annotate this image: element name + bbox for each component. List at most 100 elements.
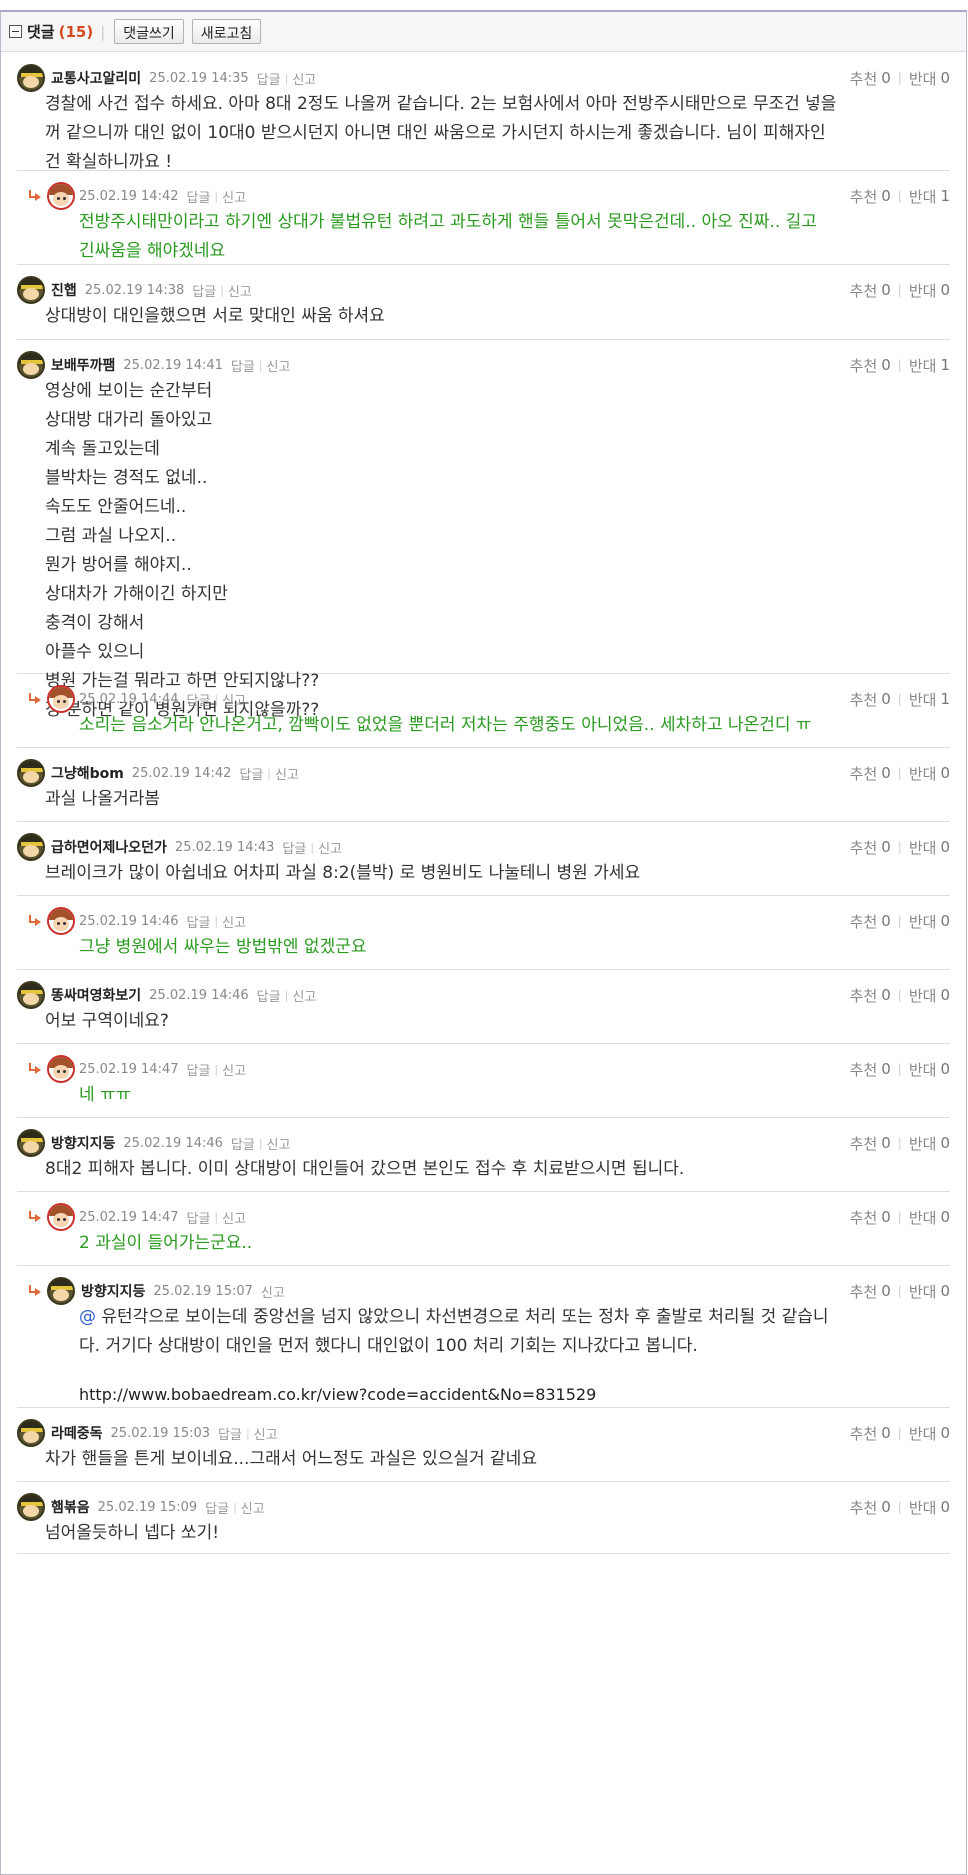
author-name[interactable]: 보배뚜까팸 (51, 355, 115, 375)
report-link[interactable]: 신고 (222, 1208, 246, 1227)
oppose-label[interactable]: 반대 (909, 1133, 937, 1154)
avatar[interactable] (17, 833, 45, 861)
reply-link[interactable]: 답글 (205, 1498, 229, 1517)
avatar[interactable] (17, 1493, 45, 1521)
vote-divider: | (897, 988, 902, 1002)
report-link[interactable]: 신고 (241, 1498, 265, 1517)
author-name[interactable]: 햄볶음 (51, 1497, 90, 1517)
vote-counts: 추천 0 | 반대 0 (850, 984, 950, 1006)
oppose-label[interactable]: 반대 (909, 689, 937, 710)
reply-link[interactable]: 답글 (192, 281, 216, 300)
author-name[interactable]: 똥싸며영화보기 (51, 985, 141, 1005)
recommend-label[interactable]: 추천 (850, 837, 878, 858)
recommend-label[interactable]: 추천 (850, 280, 878, 301)
comment-link[interactable]: http://www.bobaedream.co.kr/view?code=ac… (79, 1380, 910, 1409)
refresh-button[interactable]: 새로고침 (191, 19, 262, 44)
mention-tag[interactable]: @ (79, 1307, 96, 1327)
avatar[interactable] (47, 1277, 75, 1305)
report-link[interactable]: 신고 (254, 1424, 278, 1443)
reply-link[interactable]: 답글 (187, 1208, 211, 1227)
reply-link[interactable]: 답글 (218, 1424, 242, 1443)
avatar[interactable] (17, 1129, 45, 1157)
author-name[interactable]: 방향지지등 (81, 1281, 145, 1301)
oppose-label[interactable]: 반대 (909, 68, 937, 89)
avatar[interactable] (47, 907, 75, 935)
report-link[interactable]: 신고 (222, 1060, 246, 1079)
recommend-label[interactable]: 추천 (850, 1133, 878, 1154)
report-link[interactable]: 신고 (318, 838, 342, 857)
avatar[interactable] (17, 981, 45, 1009)
oppose-label[interactable]: 반대 (909, 186, 937, 207)
recommend-label[interactable]: 추천 (850, 985, 878, 1006)
recommend-label[interactable]: 추천 (850, 1207, 878, 1228)
avatar[interactable] (47, 685, 75, 713)
recommend-label[interactable]: 추천 (850, 689, 878, 710)
report-link[interactable]: 신고 (275, 764, 299, 783)
reply-link[interactable]: 답글 (239, 764, 263, 783)
action-divider: | (258, 358, 263, 372)
oppose-label[interactable]: 반대 (909, 985, 937, 1006)
recommend-label[interactable]: 추천 (850, 1281, 878, 1302)
report-link[interactable]: 신고 (222, 187, 246, 206)
oppose-label[interactable]: 반대 (909, 1207, 937, 1228)
reply-link[interactable]: 답글 (257, 986, 281, 1005)
oppose-label[interactable]: 반대 (909, 911, 937, 932)
report-link[interactable]: 신고 (267, 356, 291, 375)
oppose-label[interactable]: 반대 (909, 1423, 937, 1444)
recommend-label[interactable]: 추천 (850, 1497, 878, 1518)
comment-date: 25.02.19 14:47 (79, 1209, 179, 1225)
reply-link[interactable]: 답글 (257, 69, 281, 88)
author-name[interactable]: 진햅 (51, 280, 77, 300)
author-name[interactable]: 그냥해bom (51, 763, 124, 783)
comment-item: 교통사고알리미 25.02.19 14:35 답글 | 신고 추천 0 | 반대 0 경찰에 사건 … (17, 53, 950, 172)
avatar[interactable] (17, 276, 45, 304)
report-link[interactable]: 신고 (292, 986, 316, 1005)
author-name[interactable]: 라떼중독 (51, 1423, 103, 1443)
recommend-label[interactable]: 추천 (850, 355, 878, 376)
recommend-label[interactable]: 추천 (850, 1059, 878, 1080)
oppose-label[interactable]: 반대 (909, 1281, 937, 1302)
avatar[interactable] (17, 64, 45, 92)
oppose-label[interactable]: 반대 (909, 280, 937, 301)
recommend-label[interactable]: 추천 (850, 186, 878, 207)
avatar[interactable] (47, 1055, 75, 1083)
write-comment-button[interactable]: 댓글쓰기 (114, 19, 184, 44)
action-divider: | (284, 71, 289, 85)
oppose-label[interactable]: 반대 (909, 1497, 937, 1518)
avatar[interactable] (17, 351, 45, 379)
recommend-label[interactable]: 추천 (850, 763, 878, 784)
avatar[interactable] (47, 1203, 75, 1231)
author-name[interactable]: 교통사고알리미 (51, 68, 141, 88)
avatar[interactable] (17, 1419, 45, 1447)
comment-header: 보배뚜까팸 25.02.19 14:41 답글 | 신고 추천 0 | 반대 1 (17, 351, 950, 379)
collapse-toggle-icon[interactable] (9, 25, 22, 38)
reply-link[interactable]: 답글 (231, 356, 255, 375)
reply-link[interactable]: 답글 (187, 187, 211, 206)
report-link[interactable]: 신고 (228, 281, 252, 300)
vote-counts: 추천 0 | 반대 0 (850, 67, 950, 89)
reply-link[interactable]: 답글 (282, 838, 306, 857)
oppose-label[interactable]: 반대 (909, 355, 937, 376)
author-name[interactable]: 방향지지등 (51, 1133, 115, 1153)
report-link[interactable]: 신고 (267, 1134, 291, 1153)
reply-link[interactable]: 답글 (187, 690, 211, 709)
author-name[interactable]: 급하면어제나오던가 (51, 837, 167, 857)
oppose-label[interactable]: 반대 (909, 1059, 937, 1080)
reply-link[interactable]: 답글 (187, 912, 211, 931)
reply-arrow-icon (27, 693, 41, 705)
report-link[interactable]: 신고 (222, 690, 246, 709)
recommend-label[interactable]: 추천 (850, 68, 878, 89)
report-link[interactable]: 신고 (292, 69, 316, 88)
oppose-label[interactable]: 반대 (909, 837, 937, 858)
reply-link[interactable]: 답글 (231, 1134, 255, 1153)
reply-link[interactable]: 답글 (187, 1060, 211, 1079)
avatar[interactable] (17, 759, 45, 787)
avatar[interactable] (47, 182, 75, 210)
oppose-label[interactable]: 반대 (909, 763, 937, 784)
comment-text: 8대2 피해자 봅니다. 이미 상대방이 대인들어 갔으면 본인도 접수 후 치… (45, 1159, 685, 1179)
comment-item: 급하면어제나오던가 25.02.19 14:43 답글 | 신고 추천 0 | 반대 0 브레이크가… (17, 822, 950, 896)
recommend-label[interactable]: 추천 (850, 1423, 878, 1444)
report-link[interactable]: 신고 (222, 912, 246, 931)
recommend-label[interactable]: 추천 (850, 911, 878, 932)
report-link[interactable]: 신고 (261, 1282, 285, 1301)
